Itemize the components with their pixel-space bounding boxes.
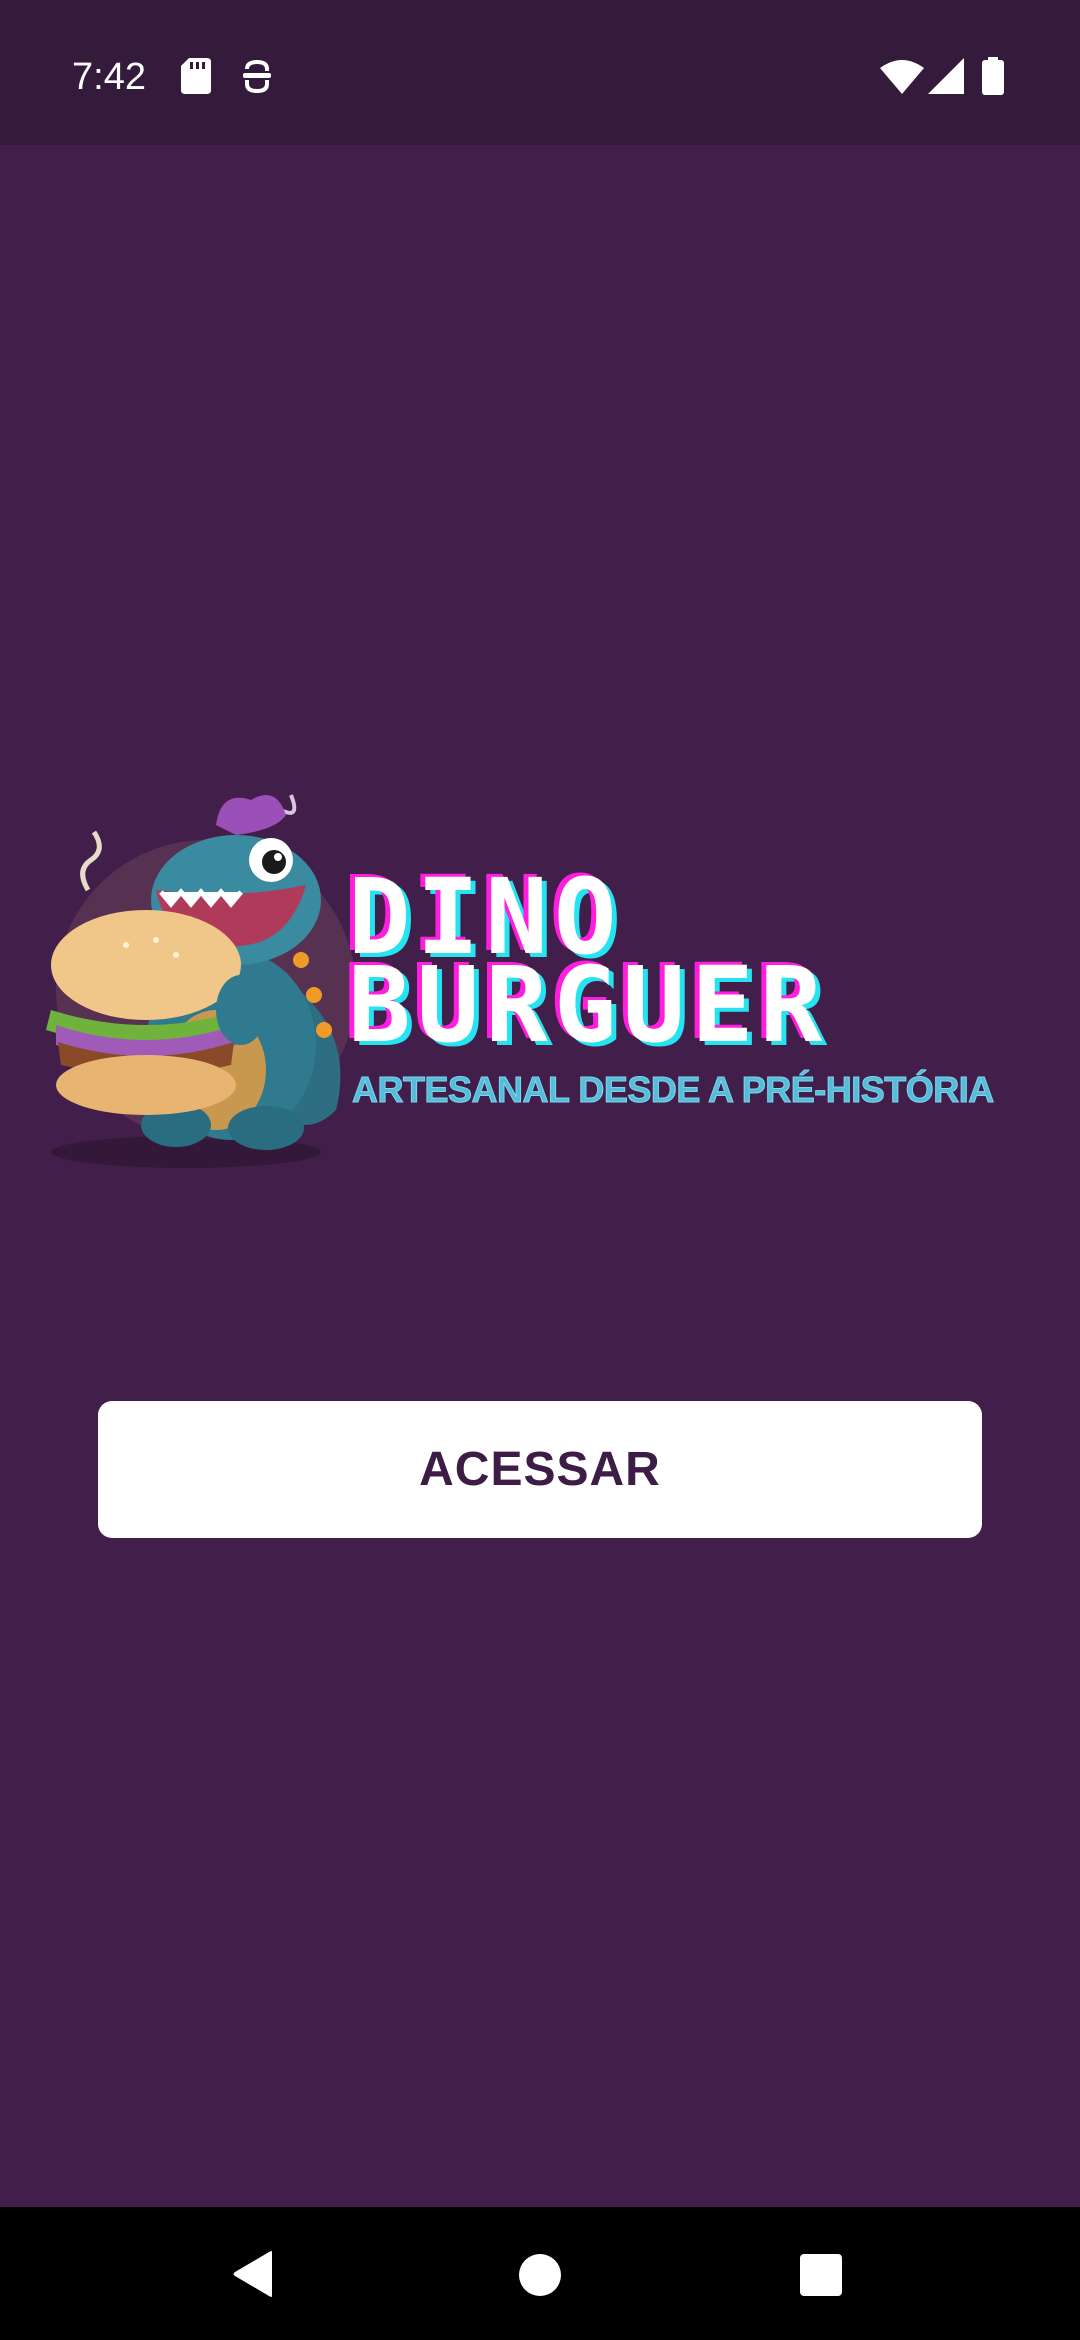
- access-button[interactable]: ACESSAR: [98, 1401, 982, 1538]
- battery-icon: [982, 57, 1004, 95]
- logo-title-line2: BURGUER: [348, 944, 829, 1066]
- logo-tagline: ARTESANAL DESDE A PRÉ-HISTÓRIA: [352, 1069, 995, 1111]
- dino-burguer-logo: DINO BURGUER ARTESANAL DESDE A PRÉ-HISTÓ…: [36, 780, 1056, 1180]
- status-bar: 7:42: [0, 0, 1080, 145]
- dinosaur-eating-burger-icon: [46, 794, 356, 1168]
- back-icon[interactable]: [232, 2250, 276, 2298]
- splash-screen: 7:42 DINO BURGUER ARTESANAL DESDE A PRÉ-…: [0, 0, 1080, 2340]
- vpn-key-icon: [243, 60, 271, 93]
- access-button-label: ACESSAR: [419, 1443, 661, 1496]
- recents-icon[interactable]: [800, 2254, 842, 2296]
- home-icon[interactable]: [518, 2253, 562, 2297]
- sd-card-icon: [181, 58, 211, 94]
- status-time: 7:42: [72, 56, 146, 98]
- cell-signal-icon: [928, 58, 964, 94]
- wifi-icon: [880, 60, 924, 94]
